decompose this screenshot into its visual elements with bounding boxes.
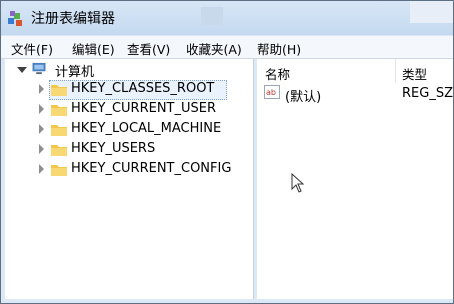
column-header-type[interactable]: 类型: [402, 64, 427, 83]
expand-arrow-icon[interactable]: [17, 67, 27, 73]
folder-icon: [51, 145, 67, 156]
menu-bar: 文件(F) 编辑(E) 查看(V) 收藏夹(A) 帮助(H): [1, 36, 453, 59]
tree-item-label: HKEY_USERS: [71, 141, 156, 156]
tree-item[interactable]: HKEY_CURRENT_CONFIG: [39, 161, 249, 179]
svg-text:ab: ab: [266, 88, 276, 97]
menu-file[interactable]: 文件(F): [11, 39, 53, 58]
collapse-arrow-icon[interactable]: [39, 164, 44, 174]
close-button[interactable]: [410, 1, 453, 23]
folder-icon: [51, 105, 67, 116]
menu-help[interactable]: 帮助(H): [257, 39, 301, 58]
tree-root[interactable]: 计算机: [17, 61, 217, 80]
collapse-arrow-icon[interactable]: [39, 104, 44, 114]
folder-icon: [51, 85, 67, 96]
tree-root-label: 计算机: [55, 65, 95, 80]
tree-item[interactable]: HKEY_LOCAL_MACHINE: [39, 121, 239, 139]
tree-item[interactable]: HKEY_USERS: [39, 141, 229, 159]
maximize-button[interactable]: [201, 7, 223, 25]
collapse-arrow-icon[interactable]: [39, 124, 44, 134]
mouse-cursor-icon: [291, 173, 305, 193]
tree-item-label: HKEY_LOCAL_MACHINE: [71, 121, 222, 136]
tree-item[interactable]: HKEY_CURRENT_USER: [39, 101, 229, 119]
tree-item-label: HKEY_CURRENT_USER: [71, 101, 217, 116]
value-type: REG_SZ: [402, 86, 453, 101]
title-bar[interactable]: 注册表编辑器: [1, 1, 453, 35]
registry-editor-window: 注册表编辑器 文件(F) 编辑(E) 查看(V) 收藏夹(A) 帮助(H) 计算…: [0, 0, 454, 304]
computer-icon: [32, 62, 46, 75]
value-name[interactable]: (默认): [285, 86, 321, 105]
column-separator[interactable]: [395, 59, 396, 83]
tree-item-label: HKEY_CLASSES_ROOT: [71, 81, 215, 96]
folder-icon: [51, 165, 67, 176]
regedit-icon: [8, 11, 22, 26]
menu-view[interactable]: 查看(V): [127, 39, 170, 58]
column-header-name[interactable]: 名称: [265, 64, 290, 83]
tree-item-label: HKEY_CURRENT_CONFIG: [71, 161, 232, 176]
tree-item[interactable]: HKEY_CLASSES_ROOT: [39, 81, 229, 99]
string-value-icon: ab: [264, 85, 280, 99]
menu-favorites[interactable]: 收藏夹(A): [186, 39, 242, 58]
folder-icon: [51, 125, 67, 136]
collapse-arrow-icon[interactable]: [39, 144, 44, 154]
values-pane[interactable]: 名称 类型 (默认) REG_SZ: [257, 59, 453, 299]
collapse-arrow-icon[interactable]: [39, 84, 44, 94]
window-title: 注册表编辑器: [31, 11, 115, 27]
menu-edit[interactable]: 编辑(E): [72, 39, 115, 58]
